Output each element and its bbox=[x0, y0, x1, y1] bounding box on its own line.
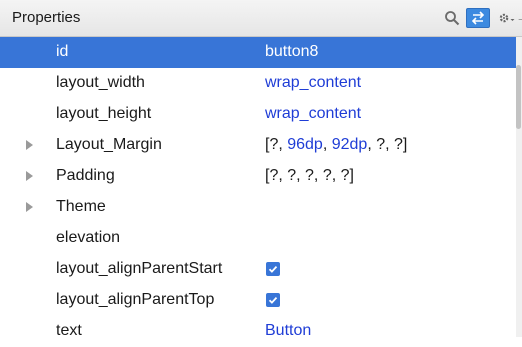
property-name: id bbox=[56, 43, 69, 60]
property-row-layout-height[interactable]: layout_height wrap_content bbox=[0, 99, 516, 130]
vertical-scrollbar[interactable] bbox=[516, 37, 522, 337]
property-row-layout-margin[interactable]: Layout_Margin [?, 96dp, 92dp, ?, ?] bbox=[0, 130, 516, 161]
property-row-align-parent-top[interactable]: layout_alignParentTop bbox=[0, 285, 516, 316]
property-value[interactable]: wrap_content bbox=[265, 74, 361, 92]
property-name: text bbox=[56, 322, 82, 339]
checkmark-icon bbox=[268, 265, 278, 273]
expand-arrow-icon[interactable] bbox=[26, 202, 33, 212]
property-row-layout-width[interactable]: layout_width wrap_content bbox=[0, 68, 516, 99]
property-name: Padding bbox=[56, 167, 115, 184]
expand-icon[interactable]: → bbox=[516, 8, 522, 28]
property-row-id[interactable]: id button8 bbox=[0, 37, 516, 68]
expand-arrow-icon[interactable] bbox=[26, 171, 33, 181]
property-row-elevation[interactable]: elevation bbox=[0, 223, 516, 254]
panel-title: Properties bbox=[12, 9, 81, 26]
property-name: layout_width bbox=[56, 74, 145, 91]
property-row-theme[interactable]: Theme bbox=[0, 192, 516, 223]
property-name: layout_alignParentStart bbox=[56, 260, 223, 277]
checkmark-icon bbox=[268, 296, 278, 304]
expand-arrow-icon[interactable] bbox=[26, 140, 33, 150]
property-row-align-parent-start[interactable]: layout_alignParentStart bbox=[0, 254, 516, 285]
property-row-padding[interactable]: Padding [?, ?, ?, ?, ?] bbox=[0, 161, 516, 192]
checkbox-checked[interactable] bbox=[266, 293, 280, 307]
swap-icon[interactable] bbox=[466, 8, 490, 28]
properties-header: Properties → bbox=[0, 0, 522, 37]
property-name: Theme bbox=[56, 198, 106, 215]
property-value[interactable]: button8 bbox=[265, 43, 318, 61]
property-value[interactable]: Button bbox=[265, 322, 311, 340]
checkbox-checked[interactable] bbox=[266, 262, 280, 276]
gear-icon[interactable] bbox=[496, 8, 518, 28]
property-value[interactable]: [?, ?, ?, ?, ?] bbox=[265, 167, 354, 185]
scrollbar-thumb[interactable] bbox=[516, 65, 521, 129]
property-name: Layout_Margin bbox=[56, 136, 162, 153]
property-name: layout_alignParentTop bbox=[56, 291, 215, 308]
properties-table: id button8 layout_width wrap_content lay… bbox=[0, 37, 516, 347]
property-value[interactable]: wrap_content bbox=[265, 105, 361, 123]
chevron-down-icon bbox=[510, 19, 515, 21]
property-name: elevation bbox=[56, 229, 121, 246]
property-name: layout_height bbox=[56, 105, 152, 122]
search-icon[interactable] bbox=[442, 8, 462, 28]
property-row-text[interactable]: text Button bbox=[0, 316, 516, 347]
property-value[interactable]: [?, 96dp, 92dp, ?, ?] bbox=[265, 136, 407, 154]
